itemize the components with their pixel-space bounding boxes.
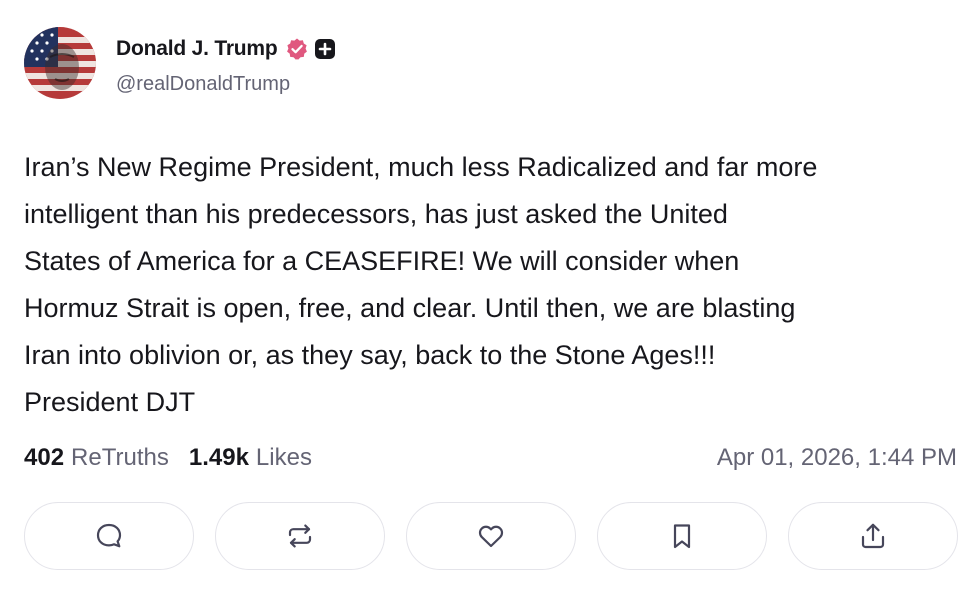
like-button[interactable] [406,502,576,570]
avatar[interactable] [24,27,96,99]
post-text: Iran’s New Regime President, much less R… [24,144,964,426]
post-text-line: Hormuz Strait is open, free, and clear. … [24,293,796,323]
bookmark-button[interactable] [597,502,767,570]
retruths-label[interactable]: ReTruths [71,444,169,472]
author-display-name[interactable]: Donald J. Trump [116,37,278,61]
post-text-line: Iran’s New Regime President, much less R… [24,152,818,182]
author-handle[interactable]: @realDonaldTrump [116,73,290,96]
post-text-line: Iran into oblivion or, as they say, back… [24,340,716,370]
share-icon [861,523,885,549]
post-timestamp[interactable]: Apr 01, 2026, 1:44 PM [717,440,957,476]
retruth-icon [288,524,312,548]
post-stats: 402 ReTruths 1.49k Likes [24,440,312,476]
share-button[interactable] [788,502,958,570]
retruths-count[interactable]: 402 [24,444,64,472]
like-icon [478,525,504,548]
post-text-line: intelligent than his predecessors, has j… [24,199,728,229]
post-text-line: President DJT [24,387,196,417]
post-text-line: States of America for a CEASEFIRE! We wi… [24,246,740,276]
verified-badge-icon [285,37,309,61]
reply-button[interactable] [24,502,194,570]
author-name-row: Donald J. Trump [116,34,336,64]
flag-portrait-avatar [24,27,96,99]
likes-count[interactable]: 1.49k [189,444,249,472]
bookmark-icon [673,524,691,549]
plus-badge-icon [314,38,336,60]
truth-post: Donald J. Trump @realDonaldTrump Iran’s … [0,0,980,595]
reply-icon [96,523,122,548]
retruth-button[interactable] [215,502,385,570]
action-bar [24,502,958,572]
likes-label[interactable]: Likes [256,444,312,472]
